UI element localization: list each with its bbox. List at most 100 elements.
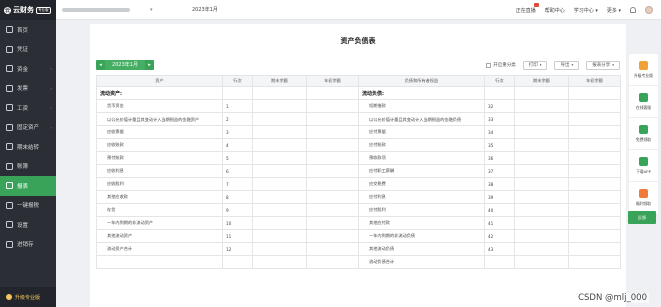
sidebar-item[interactable]: 固定资产 › xyxy=(0,118,56,138)
sidebar-item[interactable]: 凭证 xyxy=(0,40,56,60)
ending-balance-cell[interactable] xyxy=(514,138,569,152)
beginning-balance-cell[interactable] xyxy=(306,99,359,113)
beginning-balance-cell[interactable] xyxy=(306,125,359,139)
line-number: 4 xyxy=(222,138,253,152)
beginning-balance-cell[interactable] xyxy=(568,86,621,100)
ending-balance-cell[interactable] xyxy=(514,242,569,256)
bell-icon[interactable] xyxy=(630,7,636,13)
beginning-balance-cell[interactable] xyxy=(568,203,621,217)
sidebar-item[interactable]: 期末结转 xyxy=(0,137,56,157)
sidebar-item[interactable]: 工资 › xyxy=(0,98,56,118)
ending-balance-cell[interactable] xyxy=(514,190,569,204)
beginning-balance-cell[interactable] xyxy=(568,99,621,113)
period-value[interactable]: 2023年1月 xyxy=(105,60,145,70)
ending-balance-cell[interactable] xyxy=(252,164,307,178)
column-header: 年初余额 xyxy=(568,75,621,87)
app-logo[interactable]: 云 云财务 专业版 xyxy=(0,0,56,20)
company-name-blurred xyxy=(62,7,130,12)
float-panel-item[interactable]: 免费领取 xyxy=(629,118,658,150)
asset-item: 货币资金 xyxy=(96,99,223,113)
ending-balance-cell[interactable] xyxy=(252,190,307,204)
ending-balance-cell[interactable] xyxy=(514,164,569,178)
ending-balance-cell[interactable] xyxy=(252,177,307,191)
sidebar-item[interactable]: 进销存 xyxy=(0,235,56,255)
beginning-balance-cell[interactable] xyxy=(568,190,621,204)
ending-balance-cell[interactable] xyxy=(514,125,569,139)
chevron-right-icon: › xyxy=(50,124,52,130)
beginning-balance-cell[interactable] xyxy=(306,229,359,243)
ending-balance-cell[interactable] xyxy=(252,255,307,269)
ending-balance-cell[interactable] xyxy=(252,86,307,100)
ending-balance-cell[interactable] xyxy=(252,242,307,256)
float-panel-item[interactable]: 下载APP xyxy=(629,150,658,182)
beginning-balance-cell[interactable] xyxy=(568,255,621,269)
ending-balance-cell[interactable] xyxy=(252,203,307,217)
sidebar-item[interactable]: 发票 › xyxy=(0,79,56,99)
beginning-balance-cell[interactable] xyxy=(568,125,621,139)
beginning-balance-cell[interactable] xyxy=(306,138,359,152)
print-button[interactable]: 打印 ▾ xyxy=(522,60,548,70)
ending-balance-cell[interactable] xyxy=(514,255,569,269)
beginning-balance-cell[interactable] xyxy=(568,151,621,165)
sidebar-item[interactable]: 首页 xyxy=(0,20,56,40)
beginning-balance-cell[interactable] xyxy=(568,138,621,152)
sidebar-item[interactable]: 设置 xyxy=(0,215,56,235)
ending-balance-cell[interactable] xyxy=(514,99,569,113)
more-menu[interactable]: 更多 ▾ xyxy=(607,7,621,14)
beginning-balance-cell[interactable] xyxy=(306,151,359,165)
share-button[interactable]: 报表分享 ▾ xyxy=(586,60,620,70)
liability-item: 应付股利 xyxy=(358,203,485,217)
avatar[interactable] xyxy=(645,6,653,14)
beginning-balance-cell[interactable] xyxy=(306,177,359,191)
ending-balance-cell[interactable] xyxy=(252,125,307,139)
beginning-balance-cell[interactable] xyxy=(568,164,621,178)
beginning-balance-cell[interactable] xyxy=(568,216,621,230)
beginning-balance-cell[interactable] xyxy=(306,164,359,178)
upgrade-label: 升级专业版 xyxy=(15,294,41,301)
help-center-link[interactable]: 帮助中心 xyxy=(545,7,565,14)
beginning-balance-cell[interactable] xyxy=(568,242,621,256)
column-header: 行次 xyxy=(222,75,253,87)
ending-balance-cell[interactable] xyxy=(252,112,307,126)
ending-balance-cell[interactable] xyxy=(514,151,569,165)
ending-balance-cell[interactable] xyxy=(252,229,307,243)
beginning-balance-cell[interactable] xyxy=(306,216,359,230)
ending-balance-cell[interactable] xyxy=(514,203,569,217)
prev-period-button[interactable]: ◂ xyxy=(96,62,105,68)
ending-balance-cell[interactable] xyxy=(252,151,307,165)
sidebar-item[interactable]: 账簿 xyxy=(0,157,56,177)
sidebar-item[interactable]: 报表 xyxy=(0,176,56,196)
beginning-balance-cell[interactable] xyxy=(568,229,621,243)
export-button[interactable]: 导出 ▾ xyxy=(554,60,580,70)
learning-center-link[interactable]: 学习中心 ▾ xyxy=(574,7,598,14)
beginning-balance-cell[interactable] xyxy=(306,86,359,100)
ending-balance-cell[interactable] xyxy=(252,99,307,113)
ending-balance-cell[interactable] xyxy=(514,112,569,126)
beginning-balance-cell[interactable] xyxy=(306,242,359,256)
beginning-balance-cell[interactable] xyxy=(306,203,359,217)
ending-balance-cell[interactable] xyxy=(252,138,307,152)
ending-balance-cell[interactable] xyxy=(514,86,569,100)
live-link[interactable]: 正在直播 xyxy=(516,2,539,14)
feedback-button[interactable]: 反馈 xyxy=(628,211,656,224)
sidebar-item[interactable]: 一键报税 xyxy=(0,196,56,216)
ending-balance-cell[interactable] xyxy=(252,216,307,230)
ending-balance-cell[interactable] xyxy=(514,229,569,243)
sidebar-item[interactable]: 资金 › xyxy=(0,59,56,79)
beginning-balance-cell[interactable] xyxy=(568,177,621,191)
beginning-balance-cell[interactable] xyxy=(306,112,359,126)
ending-balance-cell[interactable] xyxy=(514,216,569,230)
upgrade-button[interactable]: 升级专业版 xyxy=(0,287,56,307)
company-selector[interactable]: ▾ xyxy=(62,5,162,15)
float-panel-item[interactable]: 升级专业版 xyxy=(629,54,658,86)
beginning-balance-cell[interactable] xyxy=(306,190,359,204)
beginning-balance-cell[interactable] xyxy=(568,112,621,126)
float-panel-item[interactable]: 福利领取 xyxy=(629,182,658,214)
ending-balance-cell[interactable] xyxy=(514,177,569,191)
share-label: 报表分享 xyxy=(592,63,611,68)
float-panel-item[interactable]: 在线客服 xyxy=(629,86,658,118)
beginning-balance-cell[interactable] xyxy=(306,255,359,269)
reclassify-toggle[interactable]: 开启重分类 xyxy=(486,62,516,68)
checkbox[interactable] xyxy=(486,62,492,68)
next-period-button[interactable]: ▸ xyxy=(145,62,154,68)
